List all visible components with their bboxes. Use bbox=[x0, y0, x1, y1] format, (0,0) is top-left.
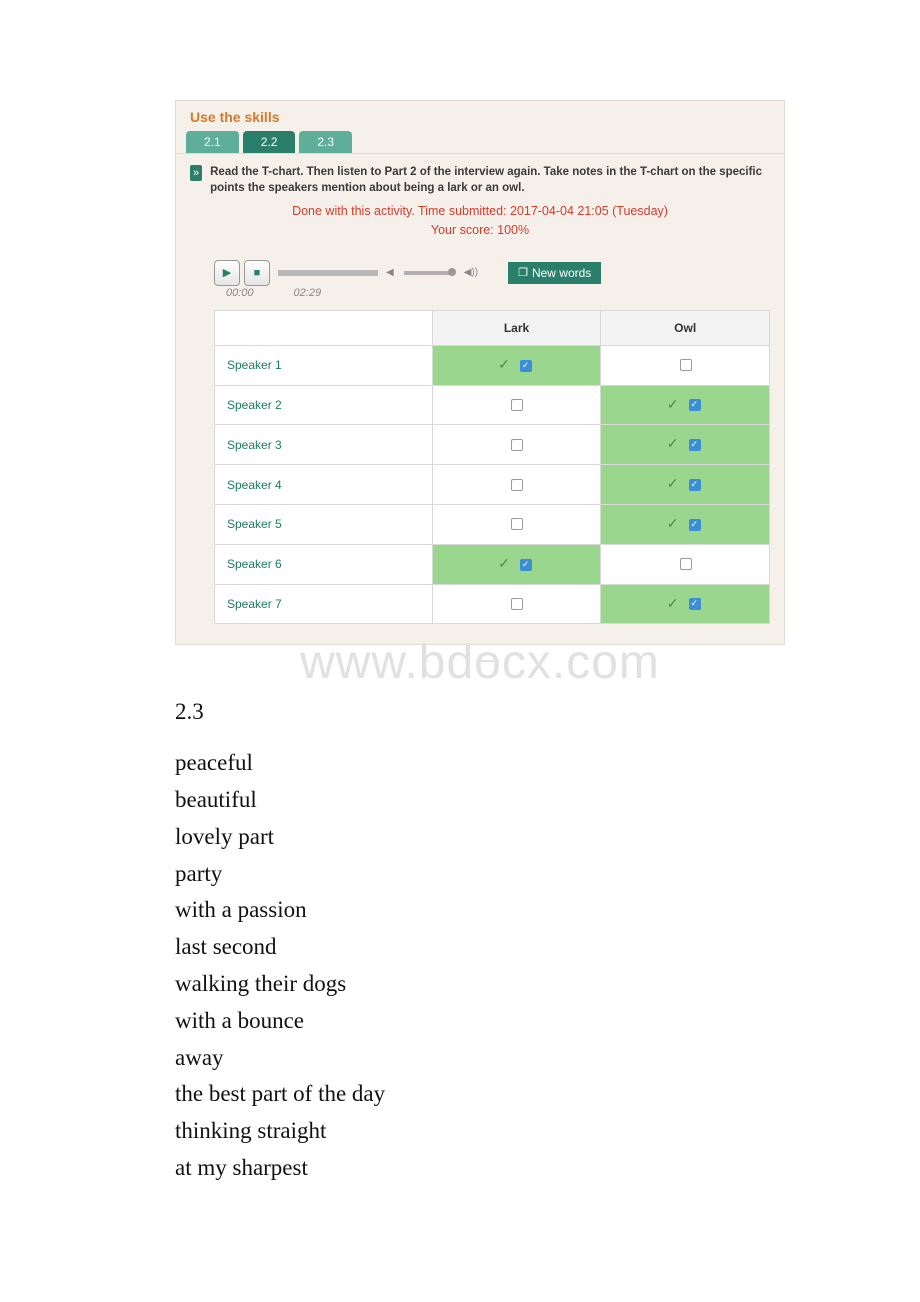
instruction-text: Read the T-chart. Then listen to Part 2 … bbox=[210, 164, 770, 196]
stop-button[interactable]: ■ bbox=[244, 260, 270, 286]
speaker-label: Speaker 3 bbox=[215, 425, 433, 465]
list-item: with a passion bbox=[175, 892, 785, 929]
audio-total-time: 02:29 bbox=[294, 287, 322, 299]
col-lark: Lark bbox=[432, 310, 601, 345]
audio-player: ▶ ■ 00:00 02:29 ◀ ◀)) ❐ New words bbox=[214, 260, 770, 286]
list-item: beautiful bbox=[175, 782, 785, 819]
new-words-icon: ❐ bbox=[518, 266, 528, 279]
volume-slider[interactable] bbox=[404, 271, 454, 275]
lark-checkbox[interactable] bbox=[520, 360, 532, 372]
list-item: with a bounce bbox=[175, 1003, 785, 1040]
owl-cell bbox=[601, 544, 770, 584]
table-row: Speaker 7 ✓ bbox=[215, 584, 770, 624]
lark-cell bbox=[432, 505, 601, 545]
owl-checkbox[interactable] bbox=[689, 598, 701, 610]
list-item: the best part of the day bbox=[175, 1076, 785, 1113]
new-words-label: New words bbox=[532, 266, 591, 280]
play-button[interactable]: ▶ bbox=[214, 260, 240, 286]
volume-mute-icon: ◀ bbox=[386, 267, 394, 278]
lark-checkbox[interactable] bbox=[511, 439, 523, 451]
instruction-bullet-icon: » bbox=[190, 165, 202, 181]
section-title: Use the skills bbox=[176, 109, 784, 131]
list-item: lovely part bbox=[175, 819, 785, 856]
document-text: 2.3 peacefulbeautifullovely partpartywit… bbox=[175, 694, 785, 1186]
table-row: Speaker 5 ✓ bbox=[215, 505, 770, 545]
lark-cell: ✓ bbox=[432, 544, 601, 584]
speaker-label: Speaker 7 bbox=[215, 584, 433, 624]
lark-checkbox[interactable] bbox=[511, 598, 523, 610]
tab-2-1[interactable]: 2.1 bbox=[186, 131, 239, 153]
check-icon: ✓ bbox=[498, 555, 510, 571]
check-icon: ✓ bbox=[667, 435, 679, 451]
check-icon: ✓ bbox=[667, 595, 679, 611]
owl-checkbox[interactable] bbox=[680, 359, 692, 371]
speaker-label: Speaker 1 bbox=[215, 345, 433, 385]
owl-cell: ✓ bbox=[601, 385, 770, 425]
owl-cell: ✓ bbox=[601, 425, 770, 465]
owl-cell: ✓ bbox=[601, 505, 770, 545]
check-icon: ✓ bbox=[667, 396, 679, 412]
owl-checkbox[interactable] bbox=[689, 479, 701, 491]
list-item: walking their dogs bbox=[175, 966, 785, 1003]
lark-cell bbox=[432, 465, 601, 505]
section-number: 2.3 bbox=[175, 694, 785, 731]
check-icon: ✓ bbox=[667, 515, 679, 531]
speaker-label: Speaker 6 bbox=[215, 544, 433, 584]
speaker-label: Speaker 5 bbox=[215, 505, 433, 545]
check-icon: ✓ bbox=[498, 356, 510, 372]
tab-2-2[interactable]: 2.2 bbox=[243, 131, 296, 153]
owl-cell: ✓ bbox=[601, 584, 770, 624]
lark-checkbox[interactable] bbox=[520, 559, 532, 571]
table-row: Speaker 1 ✓ bbox=[215, 345, 770, 385]
owl-checkbox[interactable] bbox=[689, 399, 701, 411]
list-item: party bbox=[175, 856, 785, 893]
score-line: Your score: 100% bbox=[431, 223, 529, 237]
owl-checkbox[interactable] bbox=[689, 439, 701, 451]
speaker-label: Speaker 2 bbox=[215, 385, 433, 425]
owl-cell: ✓ bbox=[601, 465, 770, 505]
speaker-label: Speaker 4 bbox=[215, 465, 433, 505]
lark-checkbox[interactable] bbox=[511, 479, 523, 491]
owl-cell bbox=[601, 345, 770, 385]
new-words-button[interactable]: ❐ New words bbox=[508, 262, 601, 284]
col-blank bbox=[215, 310, 433, 345]
volume-icon: ◀)) bbox=[464, 267, 478, 278]
list-item: away bbox=[175, 1040, 785, 1077]
table-row: Speaker 4 ✓ bbox=[215, 465, 770, 505]
tab-bar: 2.1 2.2 2.3 bbox=[176, 131, 784, 153]
audio-progress[interactable] bbox=[278, 270, 378, 276]
col-owl: Owl bbox=[601, 310, 770, 345]
list-item: at my sharpest bbox=[175, 1150, 785, 1187]
table-row: Speaker 3 ✓ bbox=[215, 425, 770, 465]
lark-cell bbox=[432, 425, 601, 465]
check-icon: ✓ bbox=[667, 475, 679, 491]
owl-checkbox[interactable] bbox=[689, 519, 701, 531]
list-item: thinking straight bbox=[175, 1113, 785, 1150]
audio-current-time: 00:00 bbox=[226, 287, 254, 299]
lark-cell bbox=[432, 385, 601, 425]
table-row: Speaker 2 ✓ bbox=[215, 385, 770, 425]
t-chart-table: Lark Owl Speaker 1✓Speaker 2✓Speaker 3✓S… bbox=[214, 310, 770, 625]
lark-checkbox[interactable] bbox=[511, 399, 523, 411]
owl-checkbox[interactable] bbox=[680, 558, 692, 570]
list-item: peaceful bbox=[175, 745, 785, 782]
exercise-panel: Use the skills 2.1 2.2 2.3 » Read the T-… bbox=[175, 100, 785, 645]
lark-checkbox[interactable] bbox=[511, 518, 523, 530]
submission-line: Done with this activity. Time submitted:… bbox=[292, 204, 668, 218]
table-row: Speaker 6 ✓ bbox=[215, 544, 770, 584]
lark-cell: ✓ bbox=[432, 345, 601, 385]
list-item: last second bbox=[175, 929, 785, 966]
watermark: www.bdocx.com bbox=[175, 635, 785, 690]
tab-2-3[interactable]: 2.3 bbox=[299, 131, 352, 153]
lark-cell bbox=[432, 584, 601, 624]
